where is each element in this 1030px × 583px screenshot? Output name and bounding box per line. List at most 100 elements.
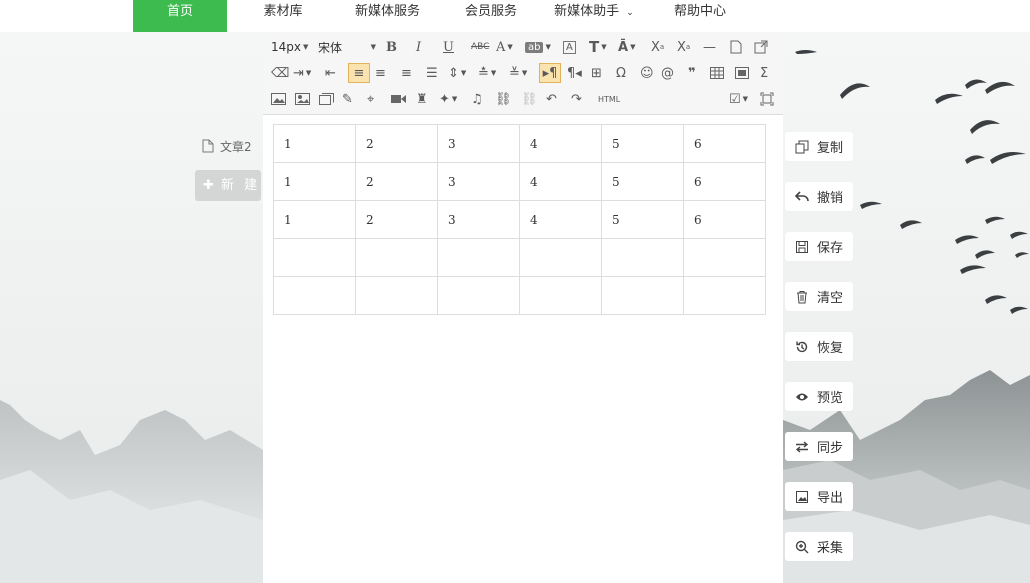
formula-icon[interactable]: Σ xyxy=(760,63,768,83)
table-cell[interactable] xyxy=(273,238,356,277)
link-icon[interactable]: ⛓ xyxy=(495,89,512,109)
fit-screen-icon[interactable] xyxy=(760,89,774,109)
table-cell[interactable]: 1 xyxy=(273,124,356,163)
table-cell[interactable] xyxy=(601,238,684,277)
table-cell[interactable]: 3 xyxy=(437,124,520,163)
blank-page-icon[interactable] xyxy=(730,37,742,57)
preview-toggle-icon[interactable]: ☑ ▼ xyxy=(729,89,748,109)
collect-button[interactable]: 采集 xyxy=(785,532,853,561)
table-cell[interactable]: 3 xyxy=(437,200,520,239)
clear-button[interactable]: 清空 xyxy=(785,282,853,311)
special-char-icon[interactable]: Ω xyxy=(616,63,626,83)
table-cell[interactable] xyxy=(273,276,356,315)
table-icon[interactable] xyxy=(710,63,724,83)
export-button[interactable]: 导出 xyxy=(785,482,853,511)
table-cell[interactable]: 2 xyxy=(355,124,438,163)
table-cell[interactable]: 2 xyxy=(355,200,438,239)
preview-button[interactable]: 预览 xyxy=(785,382,853,411)
align-right-icon[interactable]: ≡ xyxy=(401,63,412,83)
table-cell[interactable] xyxy=(519,238,602,277)
fullscreen-icon[interactable] xyxy=(754,37,768,57)
font-color-icon[interactable]: A ▼ xyxy=(496,37,513,57)
bold-icon[interactable]: B xyxy=(386,37,397,57)
eraser-icon[interactable]: ⌫ xyxy=(271,63,289,83)
table-cell[interactable]: 1 xyxy=(273,200,356,239)
image-icon[interactable] xyxy=(271,89,286,109)
table-cell[interactable]: 5 xyxy=(601,124,684,163)
paragraph-spacing-bottom-icon[interactable]: ≚ ▼ xyxy=(509,63,527,83)
font-size-increase-icon[interactable]: T ▼ xyxy=(589,37,607,57)
nav-member-services[interactable]: 会员服务 xyxy=(455,0,527,32)
table-cell[interactable] xyxy=(601,276,684,315)
table-cell[interactable]: 3 xyxy=(437,162,520,201)
nav-media-assistant[interactable]: 新媒体助手 ⌄ xyxy=(548,0,640,32)
emoji-icon[interactable]: ☺ xyxy=(640,63,654,83)
align-left-icon[interactable]: ≡ xyxy=(348,63,370,83)
align-justify-icon[interactable]: ☰ xyxy=(426,63,438,83)
slideshow-icon[interactable] xyxy=(319,89,334,109)
text-spacing-icon[interactable]: Ā ▼ xyxy=(618,37,635,57)
redo-icon[interactable]: ↷ xyxy=(571,89,582,109)
line-height-icon[interactable]: ⇕ ▼ xyxy=(448,63,466,83)
ltr-direction-icon[interactable]: ▸¶ xyxy=(539,63,561,83)
superscript-icon[interactable]: Xa xyxy=(651,37,664,57)
blockquote-icon[interactable]: ❞ xyxy=(688,63,696,83)
article-item[interactable]: 文章2 xyxy=(202,137,252,155)
italic-icon[interactable]: I xyxy=(416,37,421,57)
table-cell[interactable]: 4 xyxy=(519,124,602,163)
outdent-icon[interactable]: ⇤ xyxy=(325,63,336,83)
paragraph-spacing-top-icon[interactable]: ≛ ▼ xyxy=(478,63,496,83)
table-cell[interactable]: 6 xyxy=(683,124,766,163)
align-center-icon[interactable]: ≡ xyxy=(375,63,386,83)
underline-icon[interactable]: U xyxy=(443,37,454,57)
nav-materials[interactable]: 素材库 xyxy=(248,0,318,32)
text-border-icon[interactable]: A xyxy=(563,37,576,57)
horizontal-rule-icon[interactable]: — xyxy=(703,37,716,57)
html-source-icon[interactable]: HTML xyxy=(598,89,620,109)
magic-wand-icon[interactable]: ✦ ▼ xyxy=(439,89,457,109)
subscript-icon[interactable]: Xa xyxy=(677,37,690,57)
font-family-select[interactable]: 宋体 ▼ xyxy=(318,37,376,57)
brush-icon[interactable]: ♜ xyxy=(416,89,428,109)
multi-image-icon[interactable] xyxy=(295,89,310,109)
table-cell[interactable] xyxy=(355,238,438,277)
table-cell[interactable]: 6 xyxy=(683,162,766,201)
restore-button[interactable]: 恢复 xyxy=(785,332,853,361)
music-icon[interactable]: ♫ xyxy=(471,89,483,109)
table-cell[interactable] xyxy=(683,238,766,277)
table-cell[interactable]: 5 xyxy=(601,162,684,201)
table-cell[interactable]: 5 xyxy=(601,200,684,239)
table-cell[interactable] xyxy=(355,276,438,315)
undo-icon[interactable]: ↶ xyxy=(546,89,557,109)
rtl-direction-icon[interactable]: ¶◂ xyxy=(567,63,582,83)
save-button[interactable]: 保存 xyxy=(785,232,853,261)
video-icon[interactable] xyxy=(391,89,406,109)
table-cell[interactable] xyxy=(437,276,520,315)
editor-content[interactable]: 123456123456123456 xyxy=(273,124,766,315)
font-size-select[interactable]: 14px ▼ xyxy=(271,37,308,57)
undo-button[interactable]: 撤销 xyxy=(785,182,853,211)
table-cell[interactable] xyxy=(437,238,520,277)
copy-button[interactable]: 复制 xyxy=(785,132,853,161)
format-painter-icon[interactable]: ⊞ xyxy=(591,63,602,83)
template-icon[interactable] xyxy=(735,63,749,83)
sync-button[interactable]: 同步 xyxy=(785,432,853,461)
at-mention-icon[interactable]: @ xyxy=(661,63,674,83)
nav-help-center[interactable]: 帮助中心 xyxy=(660,0,740,32)
table-cell[interactable] xyxy=(519,276,602,315)
map-icon[interactable]: ⌖ xyxy=(367,89,374,109)
highlight-color-icon[interactable]: ab ▼ xyxy=(525,37,551,57)
strikethrough-icon[interactable]: ABC xyxy=(471,37,489,57)
nav-media-services[interactable]: 新媒体服务 xyxy=(340,0,435,32)
scrawl-icon[interactable]: ✎ xyxy=(342,89,353,109)
new-article-button[interactable]: ✚ 新 建 xyxy=(195,170,261,201)
table-cell[interactable] xyxy=(683,276,766,315)
indent-icon[interactable]: ⇥ ▼ xyxy=(293,63,311,83)
table-cell[interactable]: 1 xyxy=(273,162,356,201)
unlink-icon[interactable]: ⛓ xyxy=(521,89,538,109)
table-cell[interactable]: 4 xyxy=(519,200,602,239)
nav-home[interactable]: 首页 xyxy=(133,0,227,32)
table-cell[interactable]: 4 xyxy=(519,162,602,201)
table-cell[interactable]: 2 xyxy=(355,162,438,201)
table-cell[interactable]: 6 xyxy=(683,200,766,239)
